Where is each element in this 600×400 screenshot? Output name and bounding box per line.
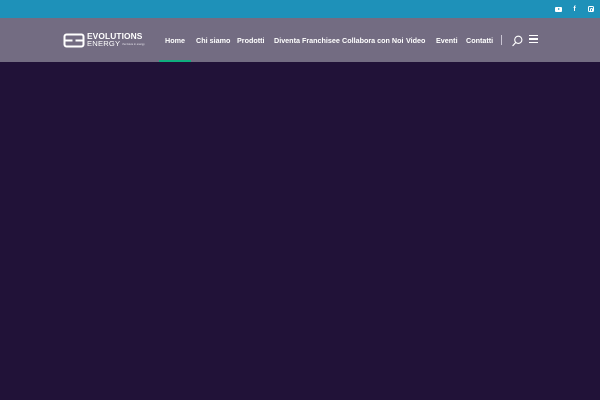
social-links: f [555, 0, 594, 18]
menu-item-eventi[interactable]: Eventi [436, 18, 458, 62]
menu-item-contatti[interactable]: Contatti [466, 18, 493, 62]
menu-divider [501, 35, 502, 45]
menu-item-prodotti[interactable]: Prodotti [237, 18, 265, 62]
main-menu: Home Chi siamo Prodotti Diventa Franchis… [0, 18, 600, 62]
instagram-icon[interactable] [587, 6, 594, 13]
search-icon[interactable] [512, 34, 523, 47]
menu-item-collabora-con-noi[interactable]: Collabora con Noi [342, 18, 404, 62]
menu-icon[interactable] [529, 35, 538, 43]
main-header: EVOLUTIONS ENERGY the future in energy H… [0, 18, 600, 62]
menu-item-diventa-franchisee[interactable]: Diventa Franchisee [274, 18, 340, 62]
menu-item-home[interactable]: Home [159, 18, 191, 62]
facebook-icon[interactable]: f [571, 6, 578, 13]
menu-item-chi-siamo[interactable]: Chi siamo [196, 18, 230, 62]
youtube-icon[interactable] [555, 6, 562, 13]
menu-item-video[interactable]: Video [406, 18, 425, 62]
hero-section [0, 62, 600, 400]
top-bar: f [0, 0, 600, 18]
